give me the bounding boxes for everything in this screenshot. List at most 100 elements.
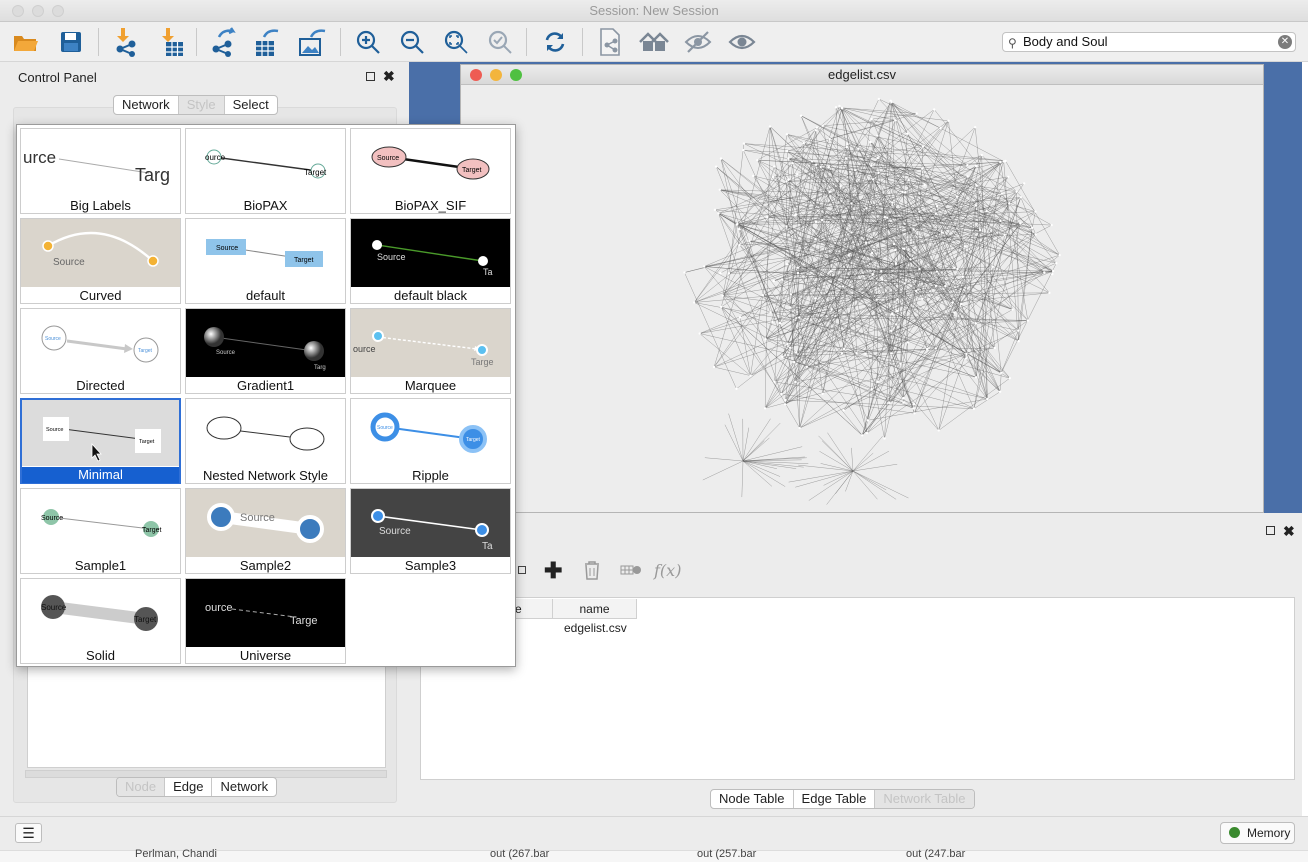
- export-table-icon[interactable]: [250, 26, 282, 58]
- save-icon[interactable]: [55, 26, 87, 58]
- table-tabs: Node Table Edge Table Network Table: [710, 789, 975, 809]
- style-option-label: Solid: [86, 648, 115, 663]
- function-builder-icon[interactable]: f(x): [654, 561, 681, 580]
- svg-text:Source: Source: [240, 512, 275, 524]
- style-option-label: Gradient1: [236, 378, 295, 393]
- link-table-icon[interactable]: [620, 563, 642, 580]
- svg-text:Ta: Ta: [482, 541, 493, 552]
- open-folder-icon[interactable]: [10, 26, 42, 58]
- import-table-icon[interactable]: [155, 26, 187, 58]
- window-title: Session: New Session: [589, 3, 719, 18]
- tab-network-table[interactable]: Network Table: [875, 790, 974, 808]
- style-option-big-labels[interactable]: urce Targ Big Labels: [20, 128, 181, 214]
- network-view-title: edgelist.csv: [828, 67, 896, 82]
- close-panel-icon[interactable]: ✖: [383, 68, 395, 85]
- svg-text:Source: Source: [41, 603, 67, 612]
- background-text: out (267.bar: [490, 848, 550, 860]
- style-option-label: Minimal: [22, 467, 179, 483]
- style-property-tabs: Node Edge Network: [116, 777, 278, 797]
- style-option-gradient1[interactable]: Source Targ Gradient1: [185, 308, 346, 394]
- column-header[interactable]: e: [515, 599, 553, 618]
- svg-text:Target: Target: [139, 439, 155, 445]
- import-network-icon[interactable]: [110, 26, 142, 58]
- clear-search-icon[interactable]: ✕: [1278, 35, 1292, 49]
- zoom-window-button[interactable]: [52, 5, 64, 17]
- style-option-universe[interactable]: ource Targe Universe: [185, 578, 346, 664]
- new-network-icon[interactable]: [594, 26, 626, 58]
- tab-network[interactable]: Network: [114, 96, 179, 114]
- style-option-nested-network-style[interactable]: Nested Network Style: [185, 398, 346, 484]
- table-cell[interactable]: edgelist.csv: [564, 621, 627, 635]
- svg-text:Target: Target: [134, 615, 157, 624]
- style-option-minimal[interactable]: Source Target Minimal: [20, 398, 181, 484]
- minimize-view-button[interactable]: [490, 69, 502, 81]
- window-titlebar: Session: New Session: [0, 0, 1308, 22]
- tab-node[interactable]: Node: [117, 778, 166, 796]
- style-option-label: Directed: [76, 378, 125, 393]
- zoom-in-icon[interactable]: [352, 26, 384, 58]
- style-option-biopax-sif[interactable]: Source Target BioPAX_SIF: [350, 128, 511, 214]
- tab-edge-table[interactable]: Edge Table: [794, 790, 876, 808]
- svg-text:Source: Source: [377, 425, 393, 431]
- select-column-icon[interactable]: [518, 566, 526, 574]
- style-option-sample3[interactable]: Source Ta Sample3: [350, 488, 511, 574]
- delete-column-icon[interactable]: [583, 560, 601, 583]
- table-body: [420, 597, 1295, 780]
- zoom-view-button[interactable]: [510, 69, 522, 81]
- svg-text:Targ: Targ: [135, 165, 170, 185]
- svg-text:Target: Target: [462, 167, 482, 174]
- style-option-sample1[interactable]: Source Target Sample1: [20, 488, 181, 574]
- svg-text:Target: Target: [138, 348, 153, 354]
- search-input[interactable]: ⚲ Body and Soul ✕: [1002, 32, 1296, 52]
- minimize-window-button[interactable]: [32, 5, 44, 17]
- style-option-default-black[interactable]: Source Ta default black: [350, 218, 511, 304]
- refresh-icon[interactable]: [539, 26, 571, 58]
- tab-edge[interactable]: Edge: [165, 778, 213, 796]
- memory-button[interactable]: Memory: [1220, 822, 1295, 844]
- tab-node-table[interactable]: Node Table: [711, 790, 794, 808]
- style-option-label: Big Labels: [70, 198, 131, 213]
- hide-icon[interactable]: [682, 26, 714, 58]
- style-option-directed[interactable]: Source Target Directed: [20, 308, 181, 394]
- float-panel-icon[interactable]: [366, 72, 375, 81]
- svg-text:Source: Source: [377, 155, 399, 162]
- svg-text:Target: Target: [294, 257, 314, 264]
- close-table-icon[interactable]: ✖: [1283, 523, 1295, 540]
- style-option-marquee[interactable]: ource Targe Marquee: [350, 308, 511, 394]
- add-column-icon[interactable]: ✚: [544, 558, 562, 584]
- style-option-solid[interactable]: Source Target Solid: [20, 578, 181, 664]
- show-icon[interactable]: [726, 26, 758, 58]
- svg-text:urce: urce: [23, 148, 56, 167]
- style-option-ripple[interactable]: Source Target Ripple: [350, 398, 511, 484]
- network-view-window: edgelist.csv: [460, 64, 1264, 513]
- style-option-sample2[interactable]: Source Sample2: [185, 488, 346, 574]
- zoom-out-icon[interactable]: [396, 26, 428, 58]
- style-option-label: default: [245, 288, 286, 303]
- zoom-selected-icon[interactable]: [484, 26, 516, 58]
- status-bar: ☰: [0, 816, 1308, 850]
- column-header[interactable]: name: [553, 599, 637, 618]
- network-canvas[interactable]: [461, 86, 1263, 512]
- tab-select[interactable]: Select: [225, 96, 277, 114]
- close-window-button[interactable]: [12, 5, 24, 17]
- svg-text:Target: Target: [304, 168, 327, 177]
- style-option-biopax[interactable]: ource Target BioPAX: [185, 128, 346, 214]
- close-view-button[interactable]: [470, 69, 482, 81]
- style-option-label: Sample2: [239, 558, 292, 573]
- memory-status-icon: [1229, 827, 1240, 838]
- tab-network-props[interactable]: Network: [212, 778, 276, 796]
- svg-text:Source: Source: [45, 336, 61, 342]
- home-icon[interactable]: [638, 26, 670, 58]
- style-option-default[interactable]: Source Target default: [185, 218, 346, 304]
- zoom-fit-icon[interactable]: [440, 26, 472, 58]
- style-option-label: Universe: [239, 648, 292, 663]
- svg-text:ource: ource: [205, 602, 233, 614]
- style-option-curved[interactable]: Source Curved: [20, 218, 181, 304]
- control-panel-tabs: Network Style Select: [113, 95, 278, 115]
- float-table-icon[interactable]: [1266, 526, 1275, 535]
- task-list-icon[interactable]: ☰: [15, 823, 42, 843]
- export-image-icon[interactable]: [296, 26, 328, 58]
- share-network-icon[interactable]: [207, 26, 239, 58]
- tab-style[interactable]: Style: [178, 96, 225, 114]
- style-properties-area: [27, 660, 386, 768]
